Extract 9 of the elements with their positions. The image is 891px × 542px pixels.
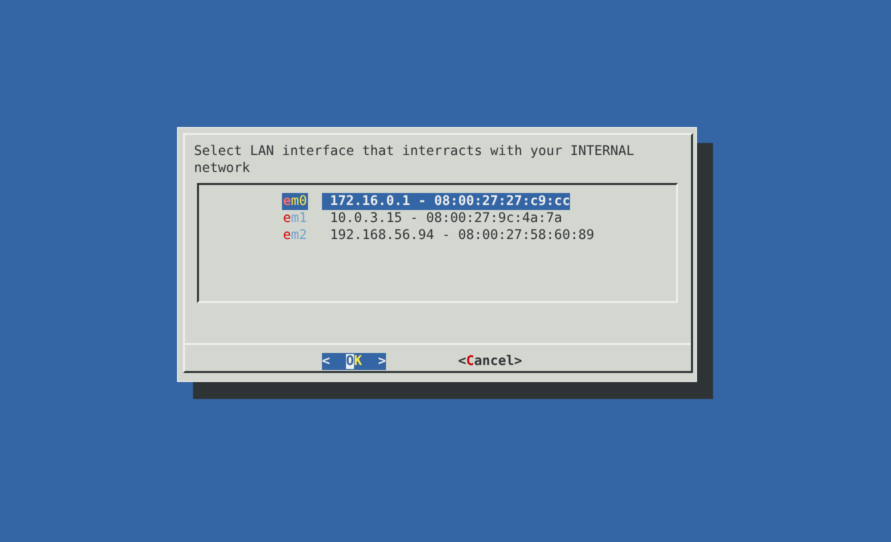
dialog-button[interactable]: < OK > [322,353,386,370]
dialog-button[interactable]: <Cancel> [458,353,522,370]
dialog-prompt: Select LAN interface that interracts with your INTERNAL network [193,143,636,177]
interface-tag[interactable]: em2 [282,227,308,244]
interface-tag[interactable]: em1 [282,210,308,227]
interface-description[interactable]: 192.168.56.94 - 08:00:27:58:60:89 [322,227,594,244]
interface-description[interactable]: 10.0.3.15 - 08:00:27:9c:4a:7a [322,210,562,227]
interface-tag[interactable]: em0 [282,193,308,210]
interface-description[interactable]: 172.16.0.1 - 08:00:27:27:c9:cc [322,193,570,210]
